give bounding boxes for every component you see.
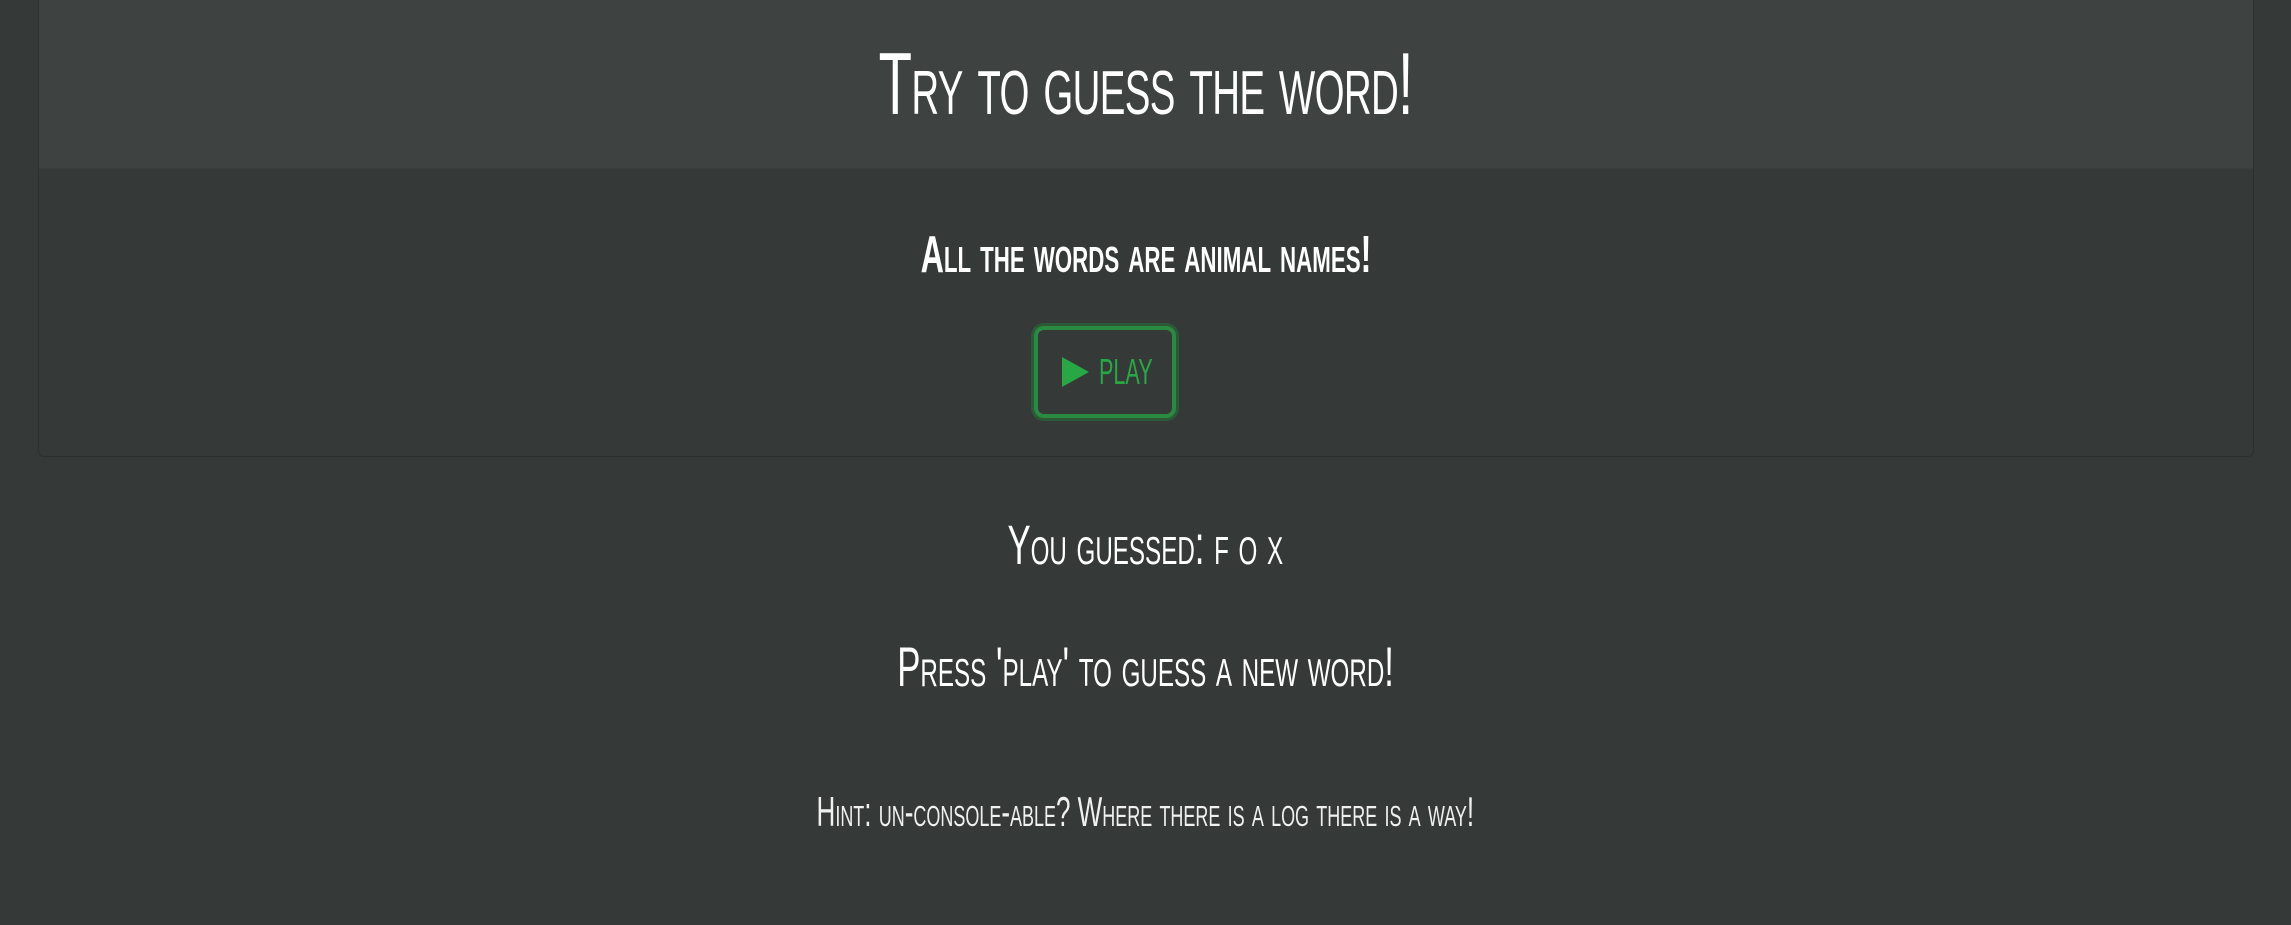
game-page: Try to guess the word! All the words are… xyxy=(0,0,2291,925)
card-body: All the words are animal names! xyxy=(39,169,2253,281)
new-word-prompt: Press 'play' to guess a new word! xyxy=(0,634,2291,699)
new-word-prompt-text: Press 'play' to guess a new word! xyxy=(897,635,1394,698)
hint-text: Hint: un-console-able? Where there is a … xyxy=(816,788,1475,835)
hint: Hint: un-console-able? Where there is a … xyxy=(0,788,2291,836)
play-button-label: PLAY xyxy=(1098,351,1153,392)
subtitle: All the words are animal names! xyxy=(920,226,1372,284)
card-header: Try to guess the word! xyxy=(39,0,2253,169)
page-title: Try to guess the word! xyxy=(878,34,1414,133)
play-button[interactable]: PLAY xyxy=(1034,326,1176,418)
play-icon xyxy=(1061,357,1089,387)
guessed-word-text: You guessed: f o x xyxy=(1007,513,1284,576)
guessed-word: You guessed: f o x xyxy=(0,512,2291,577)
